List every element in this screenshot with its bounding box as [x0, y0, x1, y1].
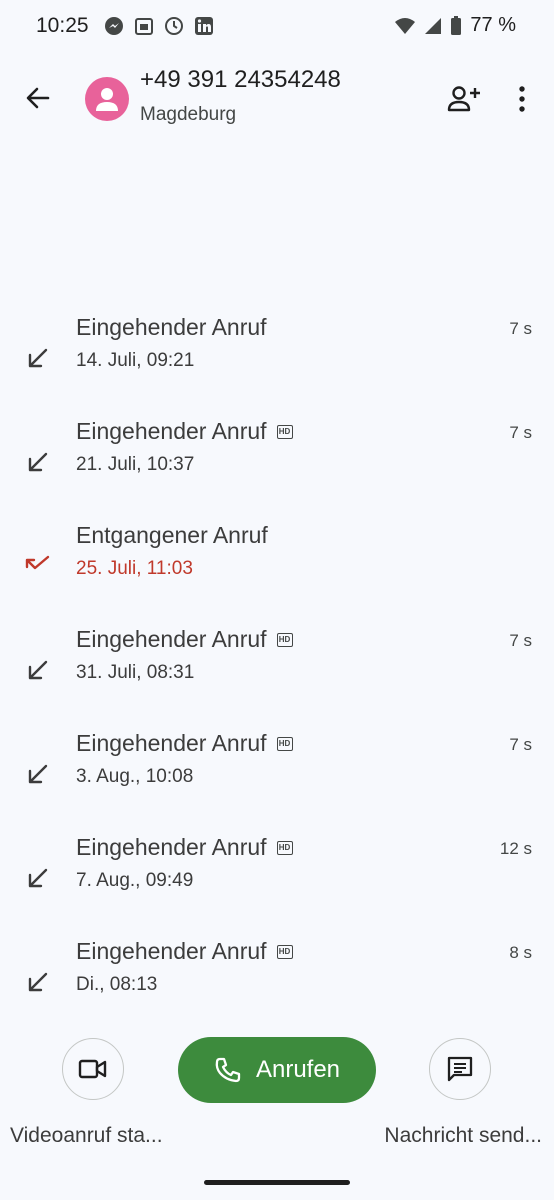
back-button[interactable]: [22, 82, 54, 114]
call-type-label: Eingehender Anruf: [76, 626, 267, 652]
call-type: Eingehender Anruf: [76, 314, 267, 341]
call-type: Eingehender Anruf HD: [76, 418, 293, 445]
call-duration: 7 s: [509, 423, 532, 442]
status-time: 10:25: [36, 14, 89, 37]
call-row[interactable]: Entgangener Anruf 25. Juli, 11:03: [0, 522, 554, 626]
call-duration: 8 s: [509, 943, 532, 962]
call-date: 3. Aug., 10:08: [76, 766, 194, 787]
phone-icon: [215, 1057, 241, 1083]
wifi-icon: [395, 17, 416, 34]
call-row[interactable]: Eingehender Anruf 14. Juli, 09:21 7 s: [0, 314, 554, 418]
video-call-button[interactable]: [62, 1038, 124, 1100]
call-date: 21. Juli, 10:37: [76, 454, 195, 475]
call-row[interactable]: Eingehender Anruf HD Di., 08:13 8 s: [0, 938, 554, 1042]
call-type-label: Eingehender Anruf: [76, 314, 267, 340]
linkedin-icon: [195, 17, 213, 35]
call-row[interactable]: Eingehender Anruf HD 7. Aug., 09:49 12 s: [0, 834, 554, 938]
hd-icon: HD: [276, 840, 293, 855]
call-button-label: Anrufen: [255, 1056, 341, 1083]
message-icon: [447, 1056, 473, 1082]
call-row[interactable]: Eingehender Anruf HD 3. Aug., 10:08 7 s: [0, 730, 554, 834]
call-duration: 7 s: [509, 631, 532, 650]
call-type-label: Eingehender Anruf: [76, 730, 267, 756]
calendar-31-icon: [135, 18, 153, 35]
more-vert-icon: [519, 86, 525, 112]
call-type: Eingehender Anruf HD: [76, 626, 293, 653]
history-icon: [165, 17, 183, 35]
call-date: 31. Juli, 08:31: [76, 662, 195, 683]
incoming-call-icon: [24, 448, 52, 476]
call-button[interactable]: Anrufen: [178, 1037, 376, 1103]
call-type: Eingehender Anruf HD: [76, 730, 293, 757]
missed-call-icon: [24, 552, 52, 580]
battery-icon: [451, 15, 462, 35]
back-arrow-icon: [26, 87, 50, 109]
signal-icon: [425, 17, 442, 34]
call-row[interactable]: Eingehender Anruf HD 31. Juli, 08:31 7 s: [0, 626, 554, 730]
add-contact-button[interactable]: [446, 84, 482, 114]
system-status-icons: 77 %: [394, 14, 516, 37]
call-duration: 7 s: [509, 735, 532, 754]
avatar: [85, 77, 129, 121]
call-row[interactable]: Eingehender Anruf HD 21. Juli, 10:37 7 s: [0, 418, 554, 522]
incoming-call-icon: [24, 760, 52, 788]
call-duration: 7 s: [509, 319, 532, 338]
home-indicator[interactable]: [204, 1180, 350, 1185]
incoming-call-icon: [24, 968, 52, 996]
messenger-icon: [105, 17, 123, 35]
battery-percent: 77 %: [470, 14, 516, 36]
hd-icon: HD: [276, 736, 293, 751]
call-date: 7. Aug., 09:49: [76, 870, 194, 891]
call-type: Eingehender Anruf HD: [76, 834, 293, 861]
person-add-icon: [447, 86, 480, 112]
hd-icon: HD: [276, 632, 293, 647]
video-call-label[interactable]: Videoanruf sta...: [10, 1124, 163, 1148]
more-options-button[interactable]: [508, 84, 536, 114]
call-duration: 12 s: [499, 839, 532, 858]
call-date: 14. Juli, 09:21: [76, 350, 195, 371]
person-icon: [96, 88, 118, 111]
call-type-label: Eingehender Anruf: [76, 418, 267, 444]
call-type: Entgangener Anruf: [76, 522, 268, 549]
call-type-label: Eingehender Anruf: [76, 938, 267, 964]
message-button[interactable]: [429, 1038, 491, 1100]
hd-icon: HD: [276, 944, 293, 959]
hd-icon: HD: [276, 424, 293, 439]
incoming-call-icon: [24, 344, 52, 372]
incoming-call-icon: [24, 656, 52, 684]
incoming-call-icon: [24, 864, 52, 892]
call-type: Eingehender Anruf HD: [76, 938, 293, 965]
call-type-label: Entgangener Anruf: [76, 522, 268, 548]
call-date: 25. Juli, 11:03: [76, 558, 193, 579]
message-label[interactable]: Nachricht send...: [384, 1124, 542, 1148]
phone-number: +49 391 24354248: [140, 66, 341, 93]
videocam-icon: [78, 1059, 107, 1079]
contact-location: Magdeburg: [140, 104, 237, 125]
call-date: Di., 08:13: [76, 974, 158, 995]
call-type-label: Eingehender Anruf: [76, 834, 267, 860]
notification-icons: [104, 16, 214, 36]
